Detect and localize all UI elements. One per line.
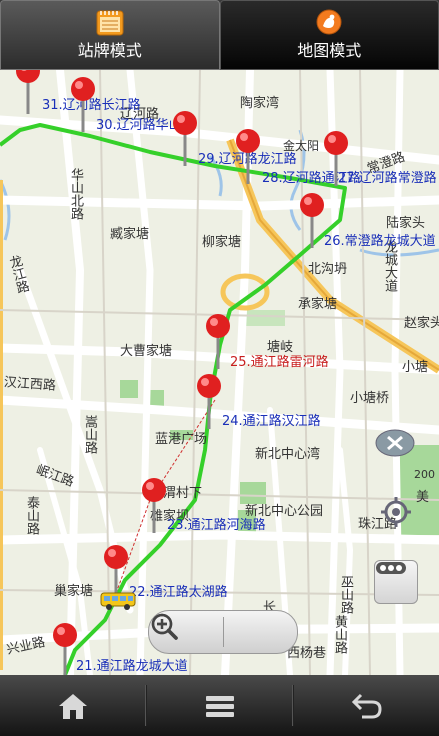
- back-button[interactable]: [294, 675, 439, 736]
- more-button[interactable]: [374, 560, 418, 604]
- stop-label: 22.通江路太湖路: [129, 585, 228, 600]
- more-icon: [376, 562, 406, 574]
- place-label: 巢家塘: [54, 584, 94, 599]
- place-label: 泰山路: [24, 496, 39, 535]
- place-label: 华山北路: [68, 168, 83, 220]
- stop-pin[interactable]: [141, 477, 167, 535]
- back-icon: [351, 693, 382, 718]
- stop-label: 24.通江路汉江路: [222, 414, 321, 429]
- stop-pin[interactable]: [323, 130, 349, 188]
- tab-map-mode-label: 地图模式: [297, 41, 362, 60]
- stop-pin-current[interactable]: [205, 313, 231, 371]
- close-icon[interactable]: [374, 427, 416, 459]
- stop-pin[interactable]: [52, 622, 78, 675]
- notepad-icon: [96, 10, 124, 36]
- place-label: 嵩山路: [82, 415, 97, 454]
- place-label: 新北中心湾: [255, 447, 321, 462]
- stop-label: 23.通江路河海路: [167, 518, 266, 533]
- place-label: 黄山路: [332, 615, 347, 654]
- place-label: 小塘桥: [350, 391, 390, 406]
- place-label: 200: [414, 468, 435, 481]
- place-label: 陆家头: [386, 216, 426, 231]
- route-map[interactable]: 陶家湾 金太阳 常澄路 陆家头 柳家塘 臧家塘 北沟坍 龙城大道 承家塘 赵家头…: [0, 70, 439, 675]
- place-label: 臧家塘: [110, 227, 150, 242]
- tab-stop-mode[interactable]: 站牌模式: [0, 0, 220, 70]
- mode-tabs: 站牌模式 地图模式: [0, 0, 439, 70]
- place-label: 大曹家塘: [120, 344, 173, 359]
- home-button[interactable]: [0, 675, 145, 736]
- stop-pin[interactable]: [235, 128, 261, 186]
- stop-pin[interactable]: [70, 76, 96, 134]
- stop-label: 21.通江路龙城大道: [76, 659, 188, 674]
- stop-label-current: 25.通江路雷河路: [230, 355, 329, 370]
- tab-stop-mode-label: 站牌模式: [77, 41, 142, 60]
- menu-icon: [205, 695, 234, 717]
- place-label: 美: [416, 490, 430, 505]
- place-label: 陶家湾: [240, 96, 280, 111]
- place-label: 柳家塘: [202, 235, 242, 250]
- place-label: 赵家头: [404, 316, 439, 331]
- menu-button[interactable]: [147, 675, 292, 736]
- zoom-in-button[interactable]: [151, 611, 298, 653]
- place-label: 北沟坍: [308, 262, 348, 277]
- zoom-control: [148, 610, 298, 654]
- bus-icon[interactable]: [99, 591, 139, 611]
- stop-pin[interactable]: [299, 192, 325, 250]
- system-nav-bar: [0, 675, 439, 736]
- stop-label: 26.常澄路龙城大道: [324, 234, 436, 249]
- locate-icon[interactable]: [379, 495, 413, 529]
- stop-pin[interactable]: [172, 110, 198, 168]
- place-label: 巫山路: [338, 575, 353, 614]
- stop-pin[interactable]: [15, 70, 41, 116]
- zoom-in-icon: [151, 613, 178, 640]
- place-label: 汉江西路: [3, 375, 57, 394]
- home-icon: [58, 693, 87, 719]
- stop-pin[interactable]: [196, 373, 222, 431]
- place-label: 承家塘: [298, 297, 338, 312]
- map-mode-icon: [316, 9, 342, 35]
- tab-map-mode[interactable]: 地图模式: [219, 0, 439, 70]
- place-label: 渭村下: [163, 486, 203, 501]
- place-label: 小塘: [402, 360, 429, 375]
